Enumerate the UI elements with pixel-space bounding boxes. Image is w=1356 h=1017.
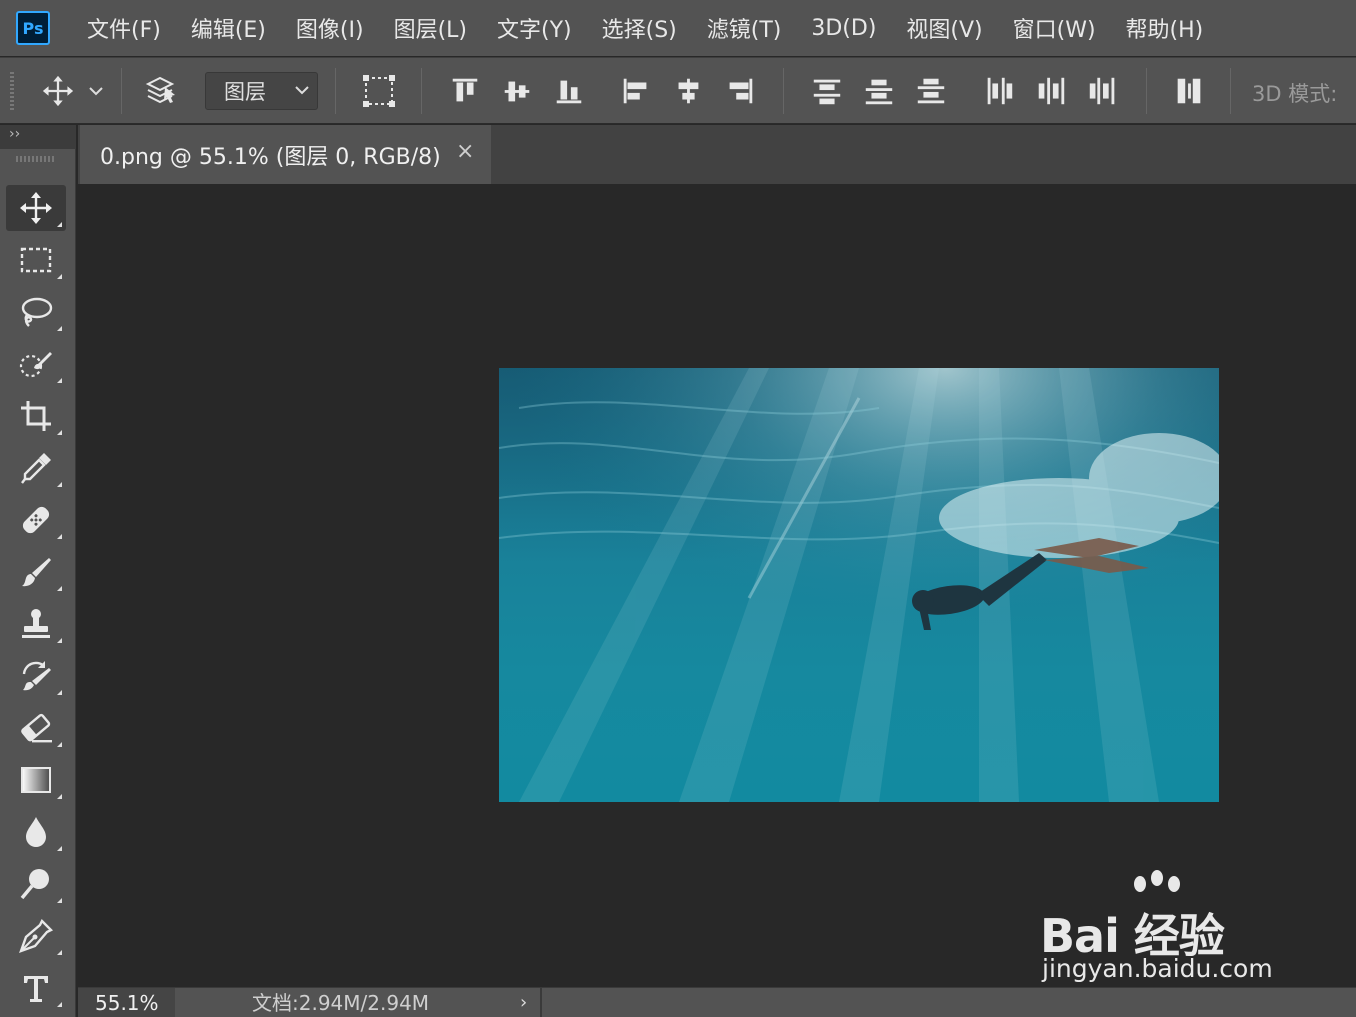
eraser-icon[interactable] [6, 705, 66, 751]
document-size: 文档:2.94M/2.94M [252, 991, 430, 1015]
menu-filter[interactable]: 滤镜(T) [707, 12, 782, 44]
align-top-icon[interactable] [446, 74, 484, 108]
history-brush-icon[interactable] [6, 653, 66, 699]
dodge-icon[interactable] [6, 861, 66, 907]
move-tool-preset-icon[interactable] [36, 74, 80, 108]
menu-image[interactable]: 图像(I) [296, 12, 364, 44]
collapse-icon: ›› [9, 126, 21, 142]
divider [1146, 68, 1147, 114]
watermark-url: jingyan.baidu.com [1042, 954, 1273, 983]
document-tab[interactable]: 0.png @ 55.1% (图层 0, RGB/8) × [80, 125, 491, 184]
document-tab-title: 0.png @ 55.1% (图层 0, RGB/8) [100, 144, 441, 170]
photoshop-logo[interactable]: Ps [16, 11, 50, 45]
menu-view[interactable]: 视图(V) [906, 12, 982, 44]
chevron-down-icon[interactable] [86, 74, 106, 108]
panel-collapse-bar[interactable]: ›› [0, 125, 76, 149]
options-bar-grip[interactable] [10, 72, 14, 112]
chevron-down-icon [295, 79, 309, 100]
tools-panel-grip[interactable] [16, 156, 56, 162]
baidu-jingyan-watermark: Bai 经验 jingyan.baidu.com [1040, 870, 1290, 990]
divider [121, 68, 122, 114]
align-left-icon[interactable] [617, 74, 655, 108]
align-horizontal-center-icon[interactable] [669, 74, 707, 108]
divider [783, 68, 784, 114]
blur-icon[interactable] [6, 809, 66, 855]
align-right-icon[interactable] [721, 74, 759, 108]
lasso-icon[interactable] [6, 289, 66, 335]
move-tool-icon[interactable] [6, 185, 66, 231]
distribute-vertical-center-icon[interactable] [860, 74, 898, 108]
align-vertical-center-icon[interactable] [498, 74, 536, 108]
eyedropper-icon[interactable] [6, 445, 66, 491]
divider [421, 68, 422, 114]
clone-stamp-icon[interactable] [6, 601, 66, 647]
divider [540, 988, 542, 1017]
auto-select-dropdown[interactable]: 图层 [205, 72, 318, 110]
canvas-area[interactable] [78, 184, 1356, 987]
distribute-bottom-icon[interactable] [912, 74, 950, 108]
rectangular-marquee-icon[interactable] [6, 237, 66, 283]
underwater-swimmer-image[interactable] [499, 368, 1219, 802]
menu-type[interactable]: 文字(Y) [497, 12, 572, 44]
pen-icon[interactable] [6, 913, 66, 959]
distribute-left-icon[interactable] [980, 74, 1018, 108]
transform-controls-icon[interactable] [358, 74, 400, 108]
distribute-right-icon[interactable] [1084, 74, 1122, 108]
status-bar: 55.1% 文档:2.94M/2.94M › [78, 987, 1356, 1017]
gradient-icon[interactable] [6, 757, 66, 803]
document-tab-strip: 0.png @ 55.1% (图层 0, RGB/8) × [78, 125, 1356, 184]
brush-icon[interactable] [6, 549, 66, 595]
auto-select-value: 图层 [224, 80, 266, 104]
tools-panel [0, 149, 76, 1017]
chevron-right-icon[interactable]: › [520, 988, 527, 1017]
menu-edit[interactable]: 编辑(E) [191, 12, 266, 44]
divider [335, 68, 336, 114]
distribute-top-icon[interactable] [808, 74, 846, 108]
menu-file[interactable]: 文件(F) [87, 12, 161, 44]
type-tool-icon[interactable] [6, 965, 66, 1011]
distribute-horizontal-center-icon[interactable] [1032, 74, 1070, 108]
close-icon[interactable]: × [456, 139, 474, 164]
menu-3d[interactable]: 3D(D) [811, 16, 876, 41]
divider [1230, 68, 1231, 114]
quick-selection-icon[interactable] [6, 341, 66, 387]
menu-window[interactable]: 窗口(W) [1013, 12, 1096, 44]
crop-icon[interactable] [6, 393, 66, 439]
zoom-level-field[interactable]: 55.1% [78, 988, 175, 1017]
3d-mode-label: 3D 模式: [1252, 82, 1338, 106]
menu-layer[interactable]: 图层(L) [394, 12, 467, 44]
auto-select-layers-icon[interactable] [140, 74, 182, 108]
menu-bar: Ps 文件(F) 编辑(E) 图像(I) 图层(L) 文字(Y) 选择(S) 滤… [0, 0, 1356, 56]
align-bottom-icon[interactable] [550, 74, 588, 108]
distribute-spacing-icon[interactable] [1170, 74, 1208, 108]
menu-help[interactable]: 帮助(H) [1126, 12, 1204, 44]
menu-select[interactable]: 选择(S) [602, 12, 677, 44]
healing-brush-icon[interactable] [6, 497, 66, 543]
options-bar: 图层 3D 模式: [0, 57, 1356, 124]
